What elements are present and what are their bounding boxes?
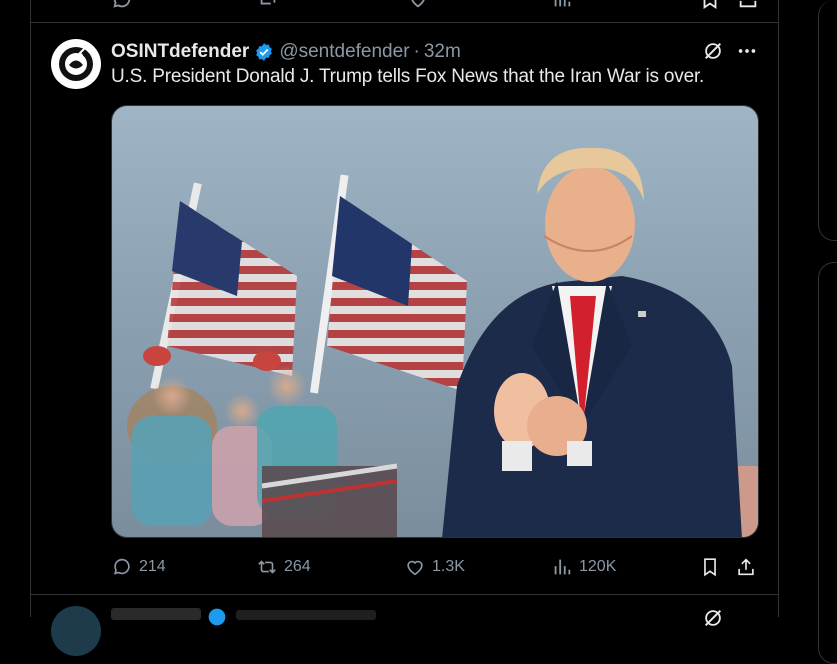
grok-icon[interactable]: [702, 607, 724, 629]
views-icon: [554, 559, 571, 575]
bookmark-button[interactable]: [699, 554, 727, 580]
more-icon[interactable]: [736, 40, 758, 62]
repost-icon[interactable]: [257, 0, 279, 10]
views-icon[interactable]: [551, 0, 573, 10]
tweet-header: OSINTdefender @sentdefender · 32m: [111, 40, 461, 64]
verified-badge-icon[interactable]: [254, 42, 274, 62]
sidebar-card: [818, 262, 837, 664]
verified-badge-icon: [208, 608, 226, 626]
reply-icon[interactable]: [111, 0, 133, 10]
author-handle[interactable]: @sentdefender: [279, 41, 409, 63]
share-button[interactable]: [735, 554, 763, 580]
photo-illustration: [112, 106, 758, 537]
bookmark-icon: [704, 558, 716, 577]
heart-icon[interactable]: [407, 0, 429, 10]
repost-icon: [258, 560, 276, 574]
reply-count: 214: [139, 558, 166, 575]
tweet-media-image[interactable]: [111, 105, 759, 538]
reply-icon: [113, 558, 130, 575]
reply-button[interactable]: 214: [111, 554, 166, 580]
like-button[interactable]: 1.3K: [404, 554, 465, 580]
heart-icon: [407, 560, 423, 576]
views-button[interactable]: 120K: [551, 554, 616, 580]
like-count: 1.3K: [432, 558, 465, 575]
tweet-text: U.S. President Donald J. Trump tells Fox…: [111, 66, 705, 87]
share-icon[interactable]: [737, 0, 759, 10]
next-handle-placeholder: [236, 610, 376, 620]
osint-logo-icon: [52, 40, 100, 88]
divider: [31, 22, 778, 23]
next-author-name-placeholder: [111, 608, 201, 620]
view-count: 120K: [579, 558, 617, 575]
author-name[interactable]: OSINTdefender: [111, 41, 249, 63]
tweet-timestamp[interactable]: 32m: [424, 41, 461, 63]
share-icon: [738, 558, 754, 576]
repost-button[interactable]: 264: [256, 554, 311, 580]
avatar[interactable]: [51, 39, 101, 89]
timeline-column: OSINTdefender @sentdefender · 32m U.S. P…: [30, 0, 780, 656]
tweet-actions: 214 264 1.3K 120K: [111, 554, 761, 580]
avatar[interactable]: [51, 606, 101, 656]
repost-count: 264: [284, 558, 311, 575]
grok-icon[interactable]: [702, 40, 724, 62]
separator-dot: ·: [413, 41, 420, 62]
divider: [31, 594, 778, 595]
sidebar-card: [818, 0, 837, 241]
bookmark-icon[interactable]: [699, 0, 721, 10]
previous-tweet-actions: [31, 0, 780, 10]
